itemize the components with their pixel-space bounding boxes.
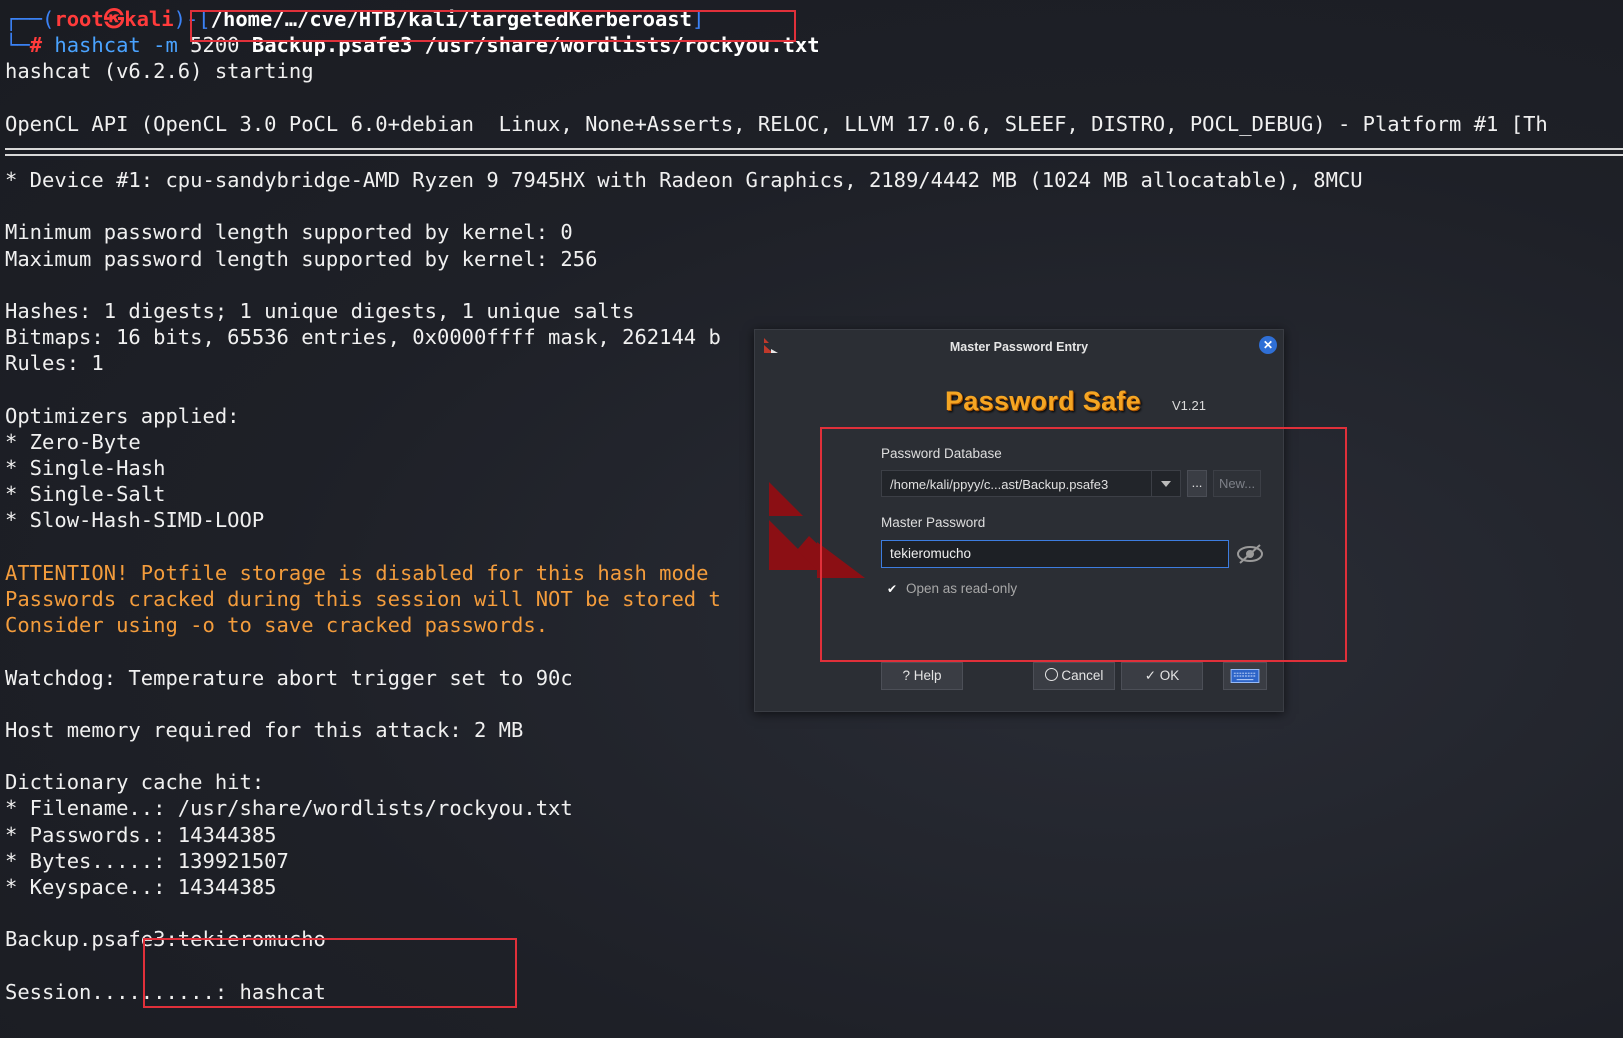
command-file: Backup.psafe3 <box>251 33 413 58</box>
cancel-icon <box>1044 668 1058 681</box>
command-flag: -m <box>153 33 178 58</box>
command-line: └─# hashcat -m 5200 Backup.psafe3 /usr/s… <box>5 33 820 58</box>
output-filename: * Filename..: /usr/share/wordlists/rocky… <box>5 796 573 821</box>
output-host-memory: Host memory required for this attack: 2 … <box>5 717 524 742</box>
database-select[interactable]: /home/kali/ppyy/c...ast/Backup.psafe3 <box>881 470 1181 497</box>
output-device: * Device #1: cpu-sandybridge-AMD Ryzen 9… <box>5 167 1363 192</box>
output-cracked-result: Backup.psafe3:tekieromucho <box>5 927 326 952</box>
version-label: V1.21 <box>1172 398 1206 413</box>
output-hashes: Hashes: 1 digests; 1 unique digests, 1 u… <box>5 298 635 323</box>
keyboard-icon[interactable] <box>1223 662 1267 690</box>
readonly-label: Open as read-only <box>906 581 1018 596</box>
ok-button[interactable]: ✓ OK <box>1121 662 1203 690</box>
output-opencl: OpenCL API (OpenCL 3.0 PoCL 6.0+debian L… <box>5 111 1548 136</box>
close-icon[interactable]: ✕ <box>1259 336 1277 354</box>
output-dict-hit: Dictionary cache hit: <box>5 770 265 795</box>
prompt-host: kali <box>124 7 174 31</box>
eye-slash-icon[interactable] <box>1235 542 1265 566</box>
password-safe-logo <box>769 482 865 578</box>
output-bytes: * Bytes.....: 139921507 <box>5 848 289 873</box>
database-value: /home/kali/ppyy/c...ast/Backup.psafe3 <box>890 477 1109 492</box>
output-passwords: * Passwords.: 14344385 <box>5 822 277 847</box>
prompt-path: /home/…/cve/HTB/kali/targetedKerberoast <box>210 7 692 31</box>
output-min-len: Minimum password length supported by ker… <box>5 220 573 245</box>
command-mode: 5200 <box>190 33 240 58</box>
cancel-label: Cancel <box>1061 668 1104 683</box>
new-database-button[interactable]: New... <box>1213 470 1261 497</box>
browse-button[interactable]: ... <box>1187 470 1207 497</box>
prompt-user: root <box>54 7 104 31</box>
output-keyspace: * Keyspace..: 14344385 <box>5 875 277 899</box>
cancel-button[interactable]: Cancel <box>1033 662 1115 690</box>
master-password-dialog: Master Password Entry ✕ Password Safe V1… <box>754 329 1284 712</box>
ok-label: OK <box>1159 668 1180 683</box>
readonly-checkbox[interactable]: ✔ <box>887 583 900 596</box>
prompt-hash: # <box>29 33 43 58</box>
prompt-line-1: ┌──(root㉿kali)-[/home/…/cve/HTB/kali/tar… <box>5 7 705 31</box>
command-wordlist: /usr/share/wordlists/rockyou.txt <box>424 33 820 58</box>
output-starting: hashcat (v6.2.6) starting <box>5 59 314 84</box>
chevron-down-icon[interactable] <box>1151 471 1180 496</box>
master-password-input[interactable]: tekieromucho <box>881 540 1229 568</box>
dialog-title: Master Password Entry <box>949 340 1089 354</box>
output-session: Session..........: hashcat <box>5 979 326 1004</box>
help-button[interactable]: ? Help <box>881 662 963 690</box>
brand-title: Password Safe <box>945 386 1141 416</box>
output-max-len: Maximum password length supported by ker… <box>5 246 598 271</box>
prompt-at: ㉿ <box>103 7 125 31</box>
master-password-label: Master Password <box>881 515 986 530</box>
database-label: Password Database <box>881 446 1002 461</box>
check-icon: ✓ <box>1144 668 1157 683</box>
separator-rule <box>5 147 1623 156</box>
command-program: hashcat <box>54 33 141 58</box>
